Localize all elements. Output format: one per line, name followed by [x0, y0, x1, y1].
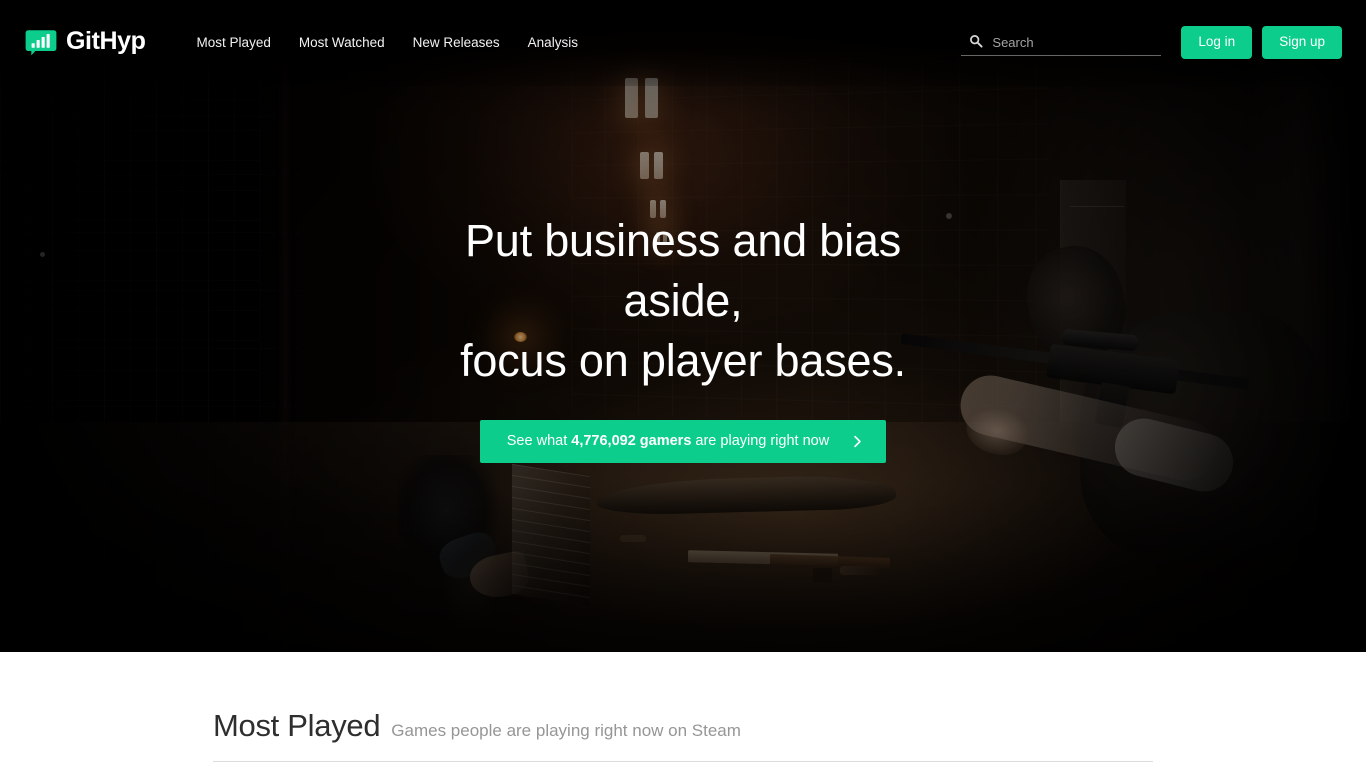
- nav-item: Most Watched: [285, 25, 399, 60]
- nav-right-cluster: Log in Sign up: [961, 26, 1342, 59]
- nav-link-most-watched[interactable]: Most Watched: [285, 25, 399, 60]
- most-played-section: Most Played Games people are playing rig…: [0, 652, 1366, 762]
- nav-item: New Releases: [399, 25, 514, 60]
- hero-section: GitHyp Most Played Most Watched New Rele…: [0, 0, 1366, 652]
- hero-cta-button[interactable]: See what 4,776,092 gamers are playing ri…: [479, 420, 887, 463]
- main-nav-links: Most Played Most Watched New Releases An…: [183, 25, 592, 60]
- nav-link-analysis[interactable]: Analysis: [514, 25, 592, 60]
- brand-logo-link[interactable]: GitHyp: [25, 26, 146, 58]
- hero-cta-prefix: See what: [506, 433, 572, 449]
- search-box[interactable]: [961, 30, 1162, 56]
- search-input[interactable]: [961, 30, 1162, 54]
- nav-item: Analysis: [514, 25, 592, 60]
- hero-cta-count: 4,776,092 gamers: [571, 433, 692, 449]
- hero-cta-suffix: are playing right now: [691, 433, 830, 449]
- top-navigation-bar: GitHyp Most Played Most Watched New Rele…: [0, 0, 1366, 85]
- brand-name: GitHyp: [66, 27, 146, 55]
- search-icon: [969, 34, 983, 48]
- section-title: Most Played: [213, 708, 381, 743]
- section-header: Most Played Games people are playing rig…: [213, 710, 1153, 762]
- nav-link-most-played[interactable]: Most Played: [183, 25, 285, 60]
- nav-item: Most Played: [183, 25, 285, 60]
- section-subtitle: Games people are playing right now on St…: [391, 721, 741, 740]
- signup-button[interactable]: Sign up: [1262, 26, 1342, 59]
- nav-link-new-releases[interactable]: New Releases: [399, 25, 514, 60]
- chevron-right-icon: [851, 435, 864, 448]
- login-button[interactable]: Log in: [1181, 26, 1253, 59]
- hero-cta-text: See what 4,776,092 gamers are playing ri…: [507, 434, 829, 449]
- scene-darkening-overlay: [0, 0, 1366, 652]
- section-container: Most Played Games people are playing rig…: [213, 710, 1153, 762]
- hero-background-image: [0, 0, 1366, 652]
- chat-bar-chart-icon: [25, 26, 57, 58]
